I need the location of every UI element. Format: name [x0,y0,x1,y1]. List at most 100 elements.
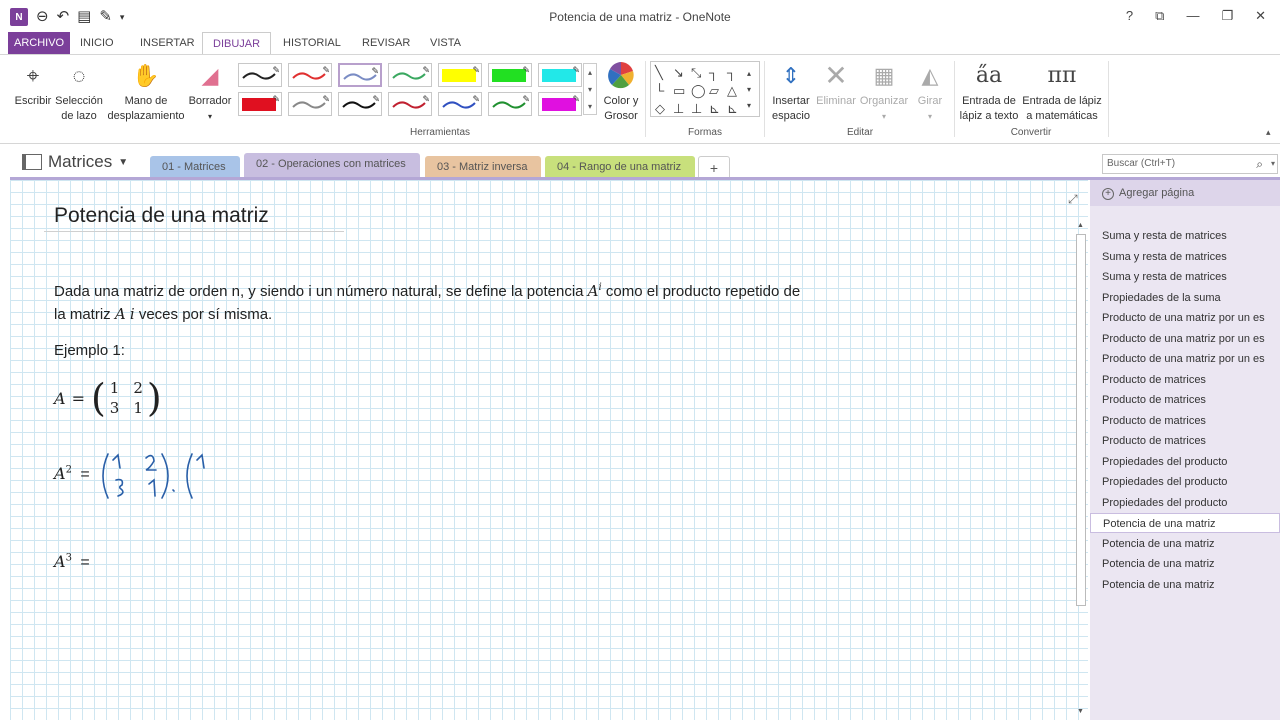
search-icon[interactable]: ⌕ [1256,155,1263,173]
close-icon[interactable]: ✕ [1255,8,1266,24]
shape-elbow-arrow-icon[interactable]: └ [655,84,664,98]
pen-swatch[interactable]: ✎ [238,63,282,87]
pen-swatch[interactable]: ✎ [238,92,282,116]
ink-to-text-icon: a̋a [975,63,1003,88]
shape-rectangle-icon[interactable]: ▭ [673,84,685,98]
type-cursor-icon: ⌖ [26,63,40,88]
page-canvas[interactable]: Potencia de una matriz Dada una matriz d… [10,180,1088,720]
pen-swatch[interactable]: ✎ [288,92,332,116]
lasso-select-button[interactable]: ◌ Selección de lazo [54,61,104,124]
rotate-button[interactable]: ◭ Girar ▾ [910,61,950,124]
pen-swatch[interactable]: ✎ [388,92,432,116]
shape-axis2-icon[interactable]: ⊥ [691,102,702,116]
page-list-item[interactable]: Potencia de una matriz [1090,554,1280,574]
eraser-button[interactable]: ◢ Borrador ▾ [186,61,234,124]
escribir-button[interactable]: ⌖ Escribir [12,61,54,109]
eraser-dropdown-icon[interactable]: ▾ [208,112,212,121]
page-list-item[interactable]: Producto de una matriz por un es [1090,349,1280,369]
tab-insertar[interactable]: INSERTAR [130,32,205,54]
minimize-icon[interactable]: — [1186,8,1199,24]
tab-inicio[interactable]: INICIO [70,32,124,54]
shape-triangle-icon[interactable]: △ [727,84,737,98]
shape-double-arrow-icon[interactable]: ⤡ [691,66,701,80]
pen-swatch[interactable]: ✎ [438,63,482,87]
shape-axis3-icon[interactable]: ⊾ [709,102,720,116]
shape-axis4-icon[interactable]: ⊾ [727,102,738,116]
page-list-item[interactable]: Producto de una matriz por un es [1090,329,1280,349]
tab-archivo[interactable]: ARCHIVO [8,32,71,54]
shape-axis-icon[interactable]: ⊥ [673,102,684,116]
delete-button[interactable]: ✕ Eliminar [814,61,858,109]
add-page-button[interactable]: + Agregar página [1090,180,1280,206]
shape-arrow-icon[interactable]: ↘ [673,66,684,80]
ribbon-dibujar: ⌖ Escribir ◌ Selección de lazo ✋ Mano de… [0,54,1280,144]
arrange-icon: ▦ [873,63,895,88]
scroll-down-icon[interactable]: ▼ [1077,708,1084,715]
page-scrollbar[interactable]: ▲ ▼ [1074,220,1088,720]
scrollbar-thumb[interactable] [1076,234,1086,606]
pen-swatch[interactable]: ✎ [438,92,482,116]
tab-historial[interactable]: HISTORIAL [273,32,351,54]
pen-swatch[interactable]: ✎ [488,92,532,116]
search-input[interactable]: Buscar (Ctrl+T) ⌕ ▾ [1102,154,1278,174]
shapes-scroll-icon[interactable]: ▴ ▾ ▾ [747,66,751,114]
pen-swatch[interactable]: ✎ [538,63,582,87]
collapse-ribbon-icon[interactable]: ▴ [1266,127,1271,138]
insert-space-button[interactable]: ⇕ Insertar espacio [768,61,814,124]
shape-parallelogram-icon[interactable]: ▱ [709,84,719,98]
page-list-item[interactable]: Propiedades del producto [1090,472,1280,492]
pen-swatch[interactable]: ✎ [538,92,582,116]
pen-swatch[interactable]: ✎ [388,63,432,87]
page-list-item[interactable]: Propiedades de la suma [1090,288,1280,308]
pan-hand-button[interactable]: ✋ Mano de desplazamiento [104,61,188,124]
color-thickness-button[interactable]: Color y Grosor [600,61,642,124]
tab-revisar[interactable]: REVISAR [352,32,420,54]
handwritten-ink[interactable] [96,446,226,506]
arrange-button[interactable]: ▦ Organizar ▾ [858,61,910,124]
tab-vista[interactable]: VISTA [420,32,471,54]
page-list-item[interactable]: Potencia de una matriz [1090,513,1280,533]
pen-swatch[interactable]: ✎ [338,92,382,116]
definition-paragraph[interactable]: Dada una matriz de orden n, y siendo i u… [54,277,874,326]
ribbon-display-icon[interactable]: ⧉ [1155,8,1164,24]
pen-swatch[interactable]: ✎ [338,63,382,87]
section-tab[interactable]: 02 - Operaciones con matrices [244,153,420,180]
ink-to-math-button[interactable]: ππ Entrada de lápiz a matemáticas [1020,61,1104,124]
ink-to-text-button[interactable]: a̋a Entrada de lápiz a texto [958,61,1020,124]
shape-connector-icon[interactable]: ┐ [709,66,718,80]
help-icon[interactable]: ? [1126,8,1133,24]
page-list-item[interactable]: Propiedades del producto [1090,493,1280,513]
example-heading[interactable]: Ejemplo 1: [54,342,125,359]
page-list-item[interactable]: Suma y resta de matrices [1090,267,1280,287]
page-list-item[interactable]: Potencia de una matriz [1090,534,1280,554]
notebook-selector[interactable]: Matrices ▼ [22,152,128,172]
search-scope-dropdown-icon[interactable]: ▾ [1271,155,1275,173]
page-list-item[interactable]: Propiedades del producto [1090,452,1280,472]
restore-icon[interactable]: ❐ [1221,8,1233,24]
pen-swatch[interactable]: ✎ [488,63,532,87]
a-cubed-equation[interactable]: A3 = [54,552,90,572]
page-list-item[interactable]: Suma y resta de matrices [1090,247,1280,267]
pen-swatch[interactable]: ✎ [288,63,332,87]
rotate-dropdown-icon[interactable]: ▾ [928,112,932,121]
window-controls: ? ⧉ — ❐ ✕ [1126,8,1266,24]
page-list-item[interactable]: Producto de matrices [1090,390,1280,410]
tab-dibujar[interactable]: DIBUJAR [202,32,272,55]
page-list-item[interactable]: Suma y resta de matrices [1090,226,1280,246]
page-list-item[interactable]: Potencia de una matriz [1090,575,1280,595]
pen-gallery-scroll[interactable]: ▴ ▾ ▾ [583,63,597,115]
page-list-item[interactable]: Producto de matrices [1090,411,1280,431]
page-title[interactable]: Potencia de una matriz [54,204,269,228]
shape-line-icon[interactable]: ╲ [655,66,663,80]
shape-diamond-icon[interactable]: ◇ [655,102,665,116]
shape-elbow-icon[interactable]: ┐ [727,66,736,80]
arrange-dropdown-icon[interactable]: ▾ [882,112,886,121]
scroll-up-icon[interactable]: ▲ [1077,222,1084,229]
page-list-item[interactable]: Producto de matrices [1090,370,1280,390]
matrix-a-equation[interactable]: A = ( 1 2 3 1 ) [54,378,162,418]
expand-icon[interactable]: ⤢ [1068,192,1078,207]
page-list-item[interactable]: Producto de matrices [1090,431,1280,451]
page-list-item[interactable]: Producto de una matriz por un es [1090,308,1280,328]
shape-ellipse-icon[interactable]: ◯ [691,84,706,98]
a-squared-equation[interactable]: A2 = [54,464,90,484]
